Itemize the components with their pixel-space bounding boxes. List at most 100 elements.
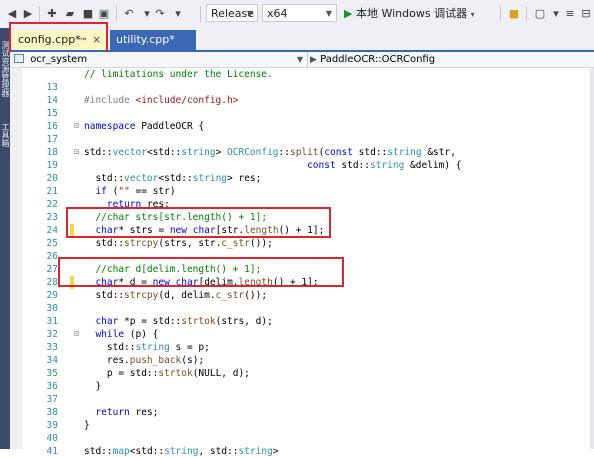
tab-label: utility.cpp*	[116, 33, 175, 46]
line-number: 35	[46, 368, 58, 379]
undo-icon[interactable]: ↶	[121, 5, 137, 23]
code-line[interactable]: 13	[10, 81, 594, 94]
bookmark-icon[interactable]: ■	[506, 5, 522, 23]
save-all-icon[interactable]: ▣	[96, 5, 112, 23]
code-line[interactable]: 37	[10, 393, 594, 406]
arrow-right-icon: ▶	[310, 55, 317, 65]
scope-dropdown[interactable]: ocr_system ▼	[12, 52, 308, 67]
code-token: split	[289, 147, 319, 158]
code-token: ::	[278, 147, 290, 158]
highlight-box-tab	[9, 22, 108, 56]
highlight-box-strs	[66, 207, 331, 238]
code-token: if	[95, 186, 107, 197]
tab-utility-cpp[interactable]: utility.cpp*	[110, 30, 196, 50]
code-line[interactable]: 33 std::string s = p;	[10, 341, 594, 354]
start-debugger-button[interactable]: ▶ 本地 Windows 调试器 ▾	[344, 5, 484, 23]
back-icon[interactable]: ◀	[4, 5, 20, 23]
align-icon[interactable]: ≡	[562, 5, 578, 23]
forward-icon[interactable]: ▶	[20, 5, 36, 23]
line-number: 14	[46, 95, 58, 106]
line-number: 16	[46, 121, 58, 132]
line-number: 24	[46, 225, 58, 236]
code-token: ());	[244, 290, 268, 301]
code-line[interactable]: 19 const std::string &delim) {	[10, 159, 594, 172]
code-line[interactable]: 29 std::strcpy(d, delim.c_str());	[10, 289, 594, 302]
toolbox-tab[interactable]: 工具箱	[0, 120, 10, 150]
code-line[interactable]: // limitations under the License.	[10, 68, 594, 81]
code-token: p = std::	[84, 368, 159, 379]
code-line[interactable]: 35 p = std::strtok(NULL, d);	[10, 367, 594, 380]
code-token: string	[370, 160, 405, 171]
redo-icon[interactable]: ↷	[152, 5, 168, 23]
code-token: push_back	[129, 355, 182, 366]
code-token: std::	[84, 342, 136, 353]
code-token: >	[215, 147, 228, 158]
code-token: std::	[352, 147, 388, 158]
code-text: while (p) {	[84, 328, 158, 341]
code-line[interactable]: 17	[10, 133, 594, 146]
code-token: string	[387, 147, 422, 158]
code-text: std::strcpy(d, delim.c_str());	[84, 289, 267, 302]
platform-select[interactable]: x64 ▼	[262, 4, 337, 22]
redo-dropdown-icon[interactable]: ▾	[170, 5, 186, 23]
screenshot-icon[interactable]: ▢	[532, 5, 548, 23]
code-token: while	[95, 329, 125, 340]
code-line[interactable]: 36 }	[10, 380, 594, 393]
collapse-icon[interactable]: ⊟	[74, 148, 79, 156]
code-line[interactable]: 14 #include <include/config.h>	[10, 94, 594, 107]
member-dropdown[interactable]: ▶ PaddleOCR::OCRConfig	[310, 52, 590, 67]
collapse-icon[interactable]: ⊟	[74, 122, 79, 130]
code-token: ""	[118, 186, 130, 197]
open-folder-icon[interactable]: ▰	[62, 5, 78, 23]
code-text: p = std::strtok(NULL, d);	[84, 367, 250, 380]
line-number: 20	[46, 173, 58, 184]
code-token: char	[95, 316, 119, 327]
code-line[interactable]: 41 std::map<std::string, std::string>	[10, 445, 594, 458]
code-token: c_str	[221, 238, 250, 249]
code-text: std::vector<std::string> res;	[84, 172, 261, 185]
code-token: map	[112, 446, 130, 457]
code-line[interactable]: 20 std::vector<std::string> res;	[10, 172, 594, 185]
code-line[interactable]: 18 ⊟ std::vector<std::string> OCRConfig::s…	[10, 146, 594, 159]
code-token: &delim) {	[404, 160, 462, 171]
code-text: std::strcpy(strs, str.c_str());	[84, 237, 272, 250]
line-number: 23	[46, 212, 58, 223]
code-token: == str)	[129, 186, 176, 197]
code-line[interactable]: 32 ⊟ while (p) {	[10, 328, 594, 341]
new-file-icon[interactable]: ✚	[44, 5, 60, 23]
code-line[interactable]: 16 ⊟ namespace PaddleOCR {	[10, 120, 594, 133]
start-debugger-label: 本地 Windows 调试器	[355, 7, 468, 20]
code-token: strcpy	[124, 290, 159, 301]
play-icon: ▶	[344, 7, 353, 20]
code-token: <include/config.h>	[135, 95, 239, 106]
code-line[interactable]: 31 char *p = std::strtok(strs, d);	[10, 315, 594, 328]
format-icon[interactable]: ⊟	[578, 5, 594, 23]
code-line[interactable]: 34 res.push_back(s);	[10, 354, 594, 367]
code-token: std::	[335, 160, 370, 171]
code-token: namespace	[84, 121, 136, 132]
code-token: vector	[124, 173, 159, 184]
collapse-icon[interactable]: ⊟	[74, 330, 79, 338]
code-line[interactable]: 30	[10, 302, 594, 315]
project-icon	[14, 54, 24, 63]
code-token: res;	[129, 407, 159, 418]
vertical-scrollbar[interactable]	[590, 68, 594, 449]
line-number: 31	[46, 316, 58, 327]
code-token: std::	[84, 446, 113, 457]
line-number: 17	[46, 134, 58, 145]
line-number: 19	[46, 160, 58, 171]
line-number: 28	[46, 277, 58, 288]
code-line[interactable]: 39}	[10, 419, 594, 432]
code-line[interactable]: 21 if ("" == str)	[10, 185, 594, 198]
scope-value: ocr_system	[30, 54, 88, 65]
configuration-select[interactable]: Release ▼	[206, 4, 258, 22]
code-line[interactable]: 15	[10, 107, 594, 120]
toolbar-separator	[39, 6, 40, 22]
line-number: 21	[46, 186, 58, 197]
code-line[interactable]: 40	[10, 432, 594, 445]
code-token: *p = std::	[118, 316, 182, 327]
save-icon[interactable]: ■	[80, 5, 96, 23]
code-line[interactable]: 38 return res;	[10, 406, 594, 419]
code-line[interactable]: 25 std::strcpy(strs, str.c_str());	[10, 237, 594, 250]
